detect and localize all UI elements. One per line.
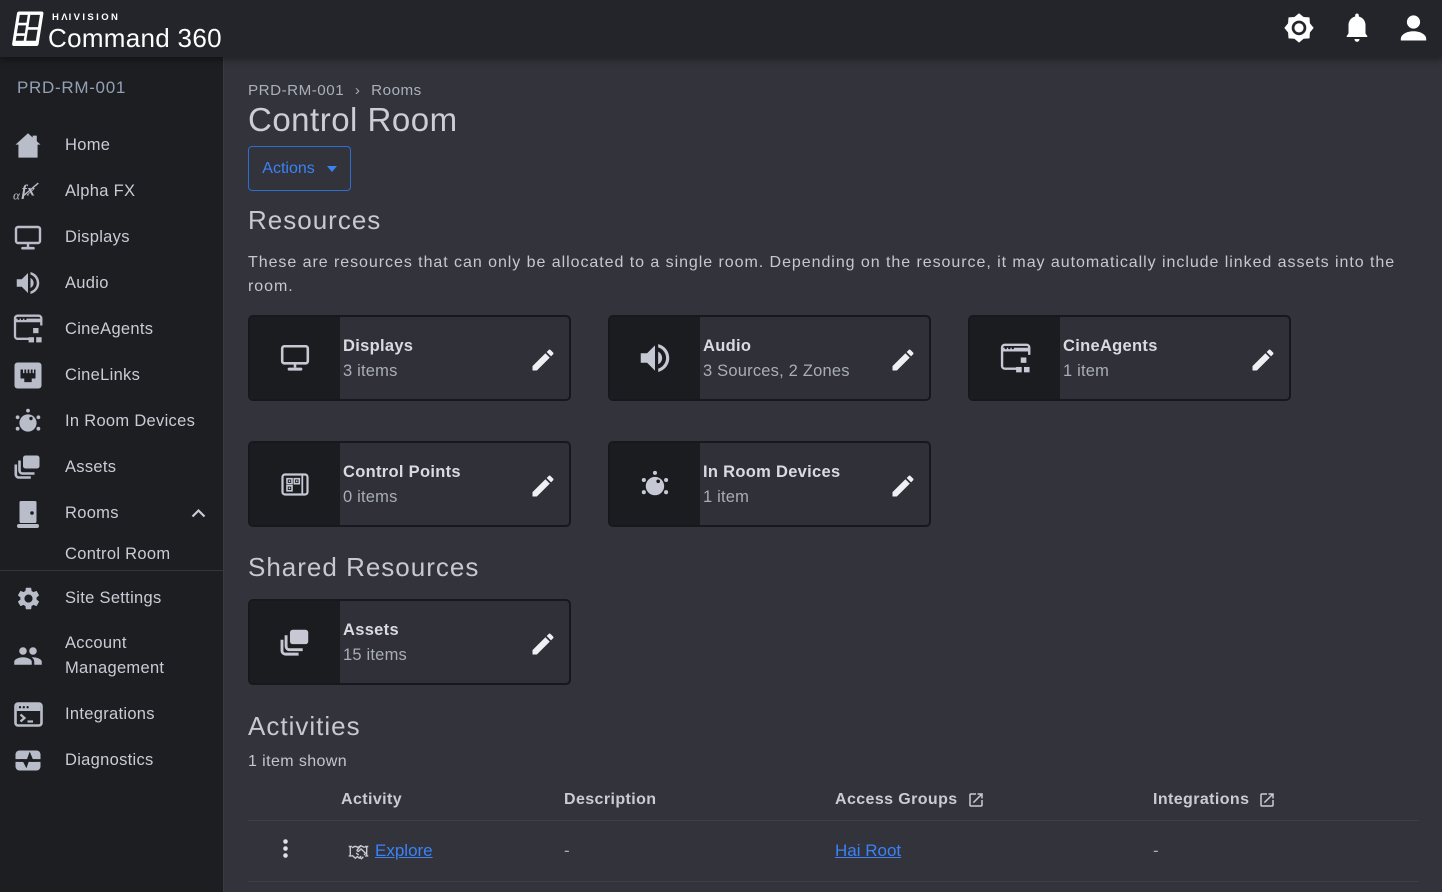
svg-text:α: α — [13, 187, 21, 202]
